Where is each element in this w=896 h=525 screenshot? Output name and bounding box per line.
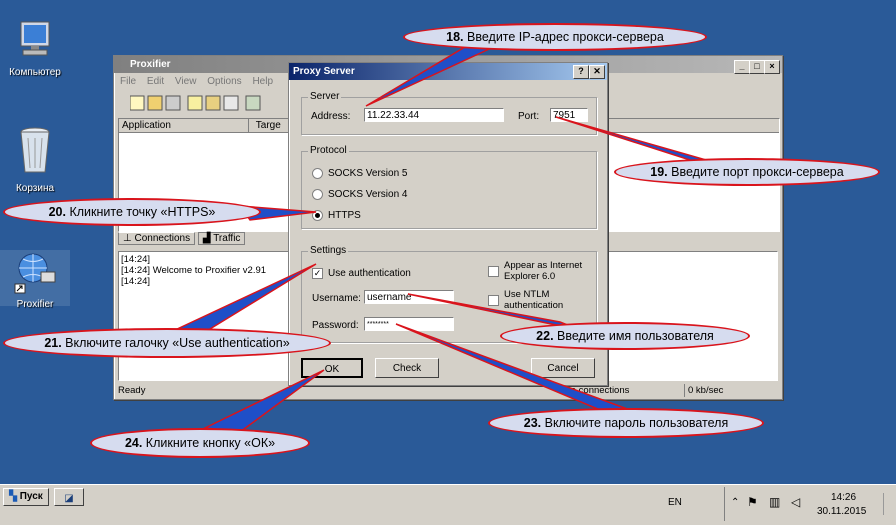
callout-23-text: Включите пароль пользователя <box>541 416 729 430</box>
callout-22: 22. Введите имя пользователя <box>500 322 750 350</box>
callout-18-text: Введите IP-адрес прокси-сервера <box>463 30 664 44</box>
callout-18-number: 18. <box>446 30 464 44</box>
clock-time[interactable]: 14:26 <box>831 492 856 503</box>
callout-21: 21. Включите галочку «Use authentication… <box>3 328 331 358</box>
callout-18: 18. Введите IP-адрес прокси-сервера <box>403 23 707 51</box>
system-tray: ⌃ ⚑ ▥ ◁ 14:26 30.11.2015 <box>724 487 896 521</box>
show-hidden-icons-icon[interactable]: ⌃ <box>731 497 739 508</box>
callout-22-number: 22. <box>536 329 554 343</box>
clock-date[interactable]: 30.11.2015 <box>817 506 866 517</box>
callout-24: 24. Кликните кнопку «ОК» <box>90 428 310 458</box>
callout-19: 19. Введите порт прокси-сервера <box>614 158 880 186</box>
network-icon[interactable]: ▥ <box>769 495 780 509</box>
action-center-icon[interactable]: ⚑ <box>747 495 758 509</box>
callout-20: 20. Кликните точку «HTTPS» <box>3 198 261 226</box>
pointer-18 <box>365 43 501 107</box>
pointer-19 <box>555 116 721 165</box>
show-desktop-button[interactable] <box>883 493 894 515</box>
language-indicator[interactable]: EN <box>668 497 682 508</box>
start-label: Пуск <box>19 491 43 502</box>
pointer-24 <box>202 369 325 433</box>
callout-23-number: 23. <box>523 416 542 430</box>
volume-icon[interactable]: ◁ <box>791 495 800 509</box>
windows-logo-icon: ▚ <box>9 491 17 502</box>
taskbar-proxifier-button[interactable]: ◪ <box>54 488 84 506</box>
callout-23: 23. Включите пароль пользователя <box>488 408 764 438</box>
callout-24-number: 24. <box>124 436 143 450</box>
callout-21-number: 21. <box>44 336 62 350</box>
pointer-21 <box>174 263 317 333</box>
callout-19-text: Введите порт прокси-сервера <box>667 165 844 179</box>
callout-24-text: Кликните кнопку «ОК» <box>142 436 276 450</box>
callout-19-number: 19. <box>650 165 668 179</box>
callout-22-text: Введите имя пользователя <box>553 329 714 343</box>
start-button[interactable]: ▚ Пуск <box>3 488 49 506</box>
proxifier-taskbar-icon: ◪ <box>64 493 74 504</box>
callout-20-number: 20. <box>48 205 66 219</box>
callout-21-text: Включите галочку «Use authentication» <box>61 336 290 350</box>
callout-20-text: Кликните точку «HTTPS» <box>66 205 216 219</box>
taskbar: ▚ Пуск ◪ EN ⌃ ⚑ ▥ ◁ 14:26 30.11.2015 <box>0 484 896 525</box>
